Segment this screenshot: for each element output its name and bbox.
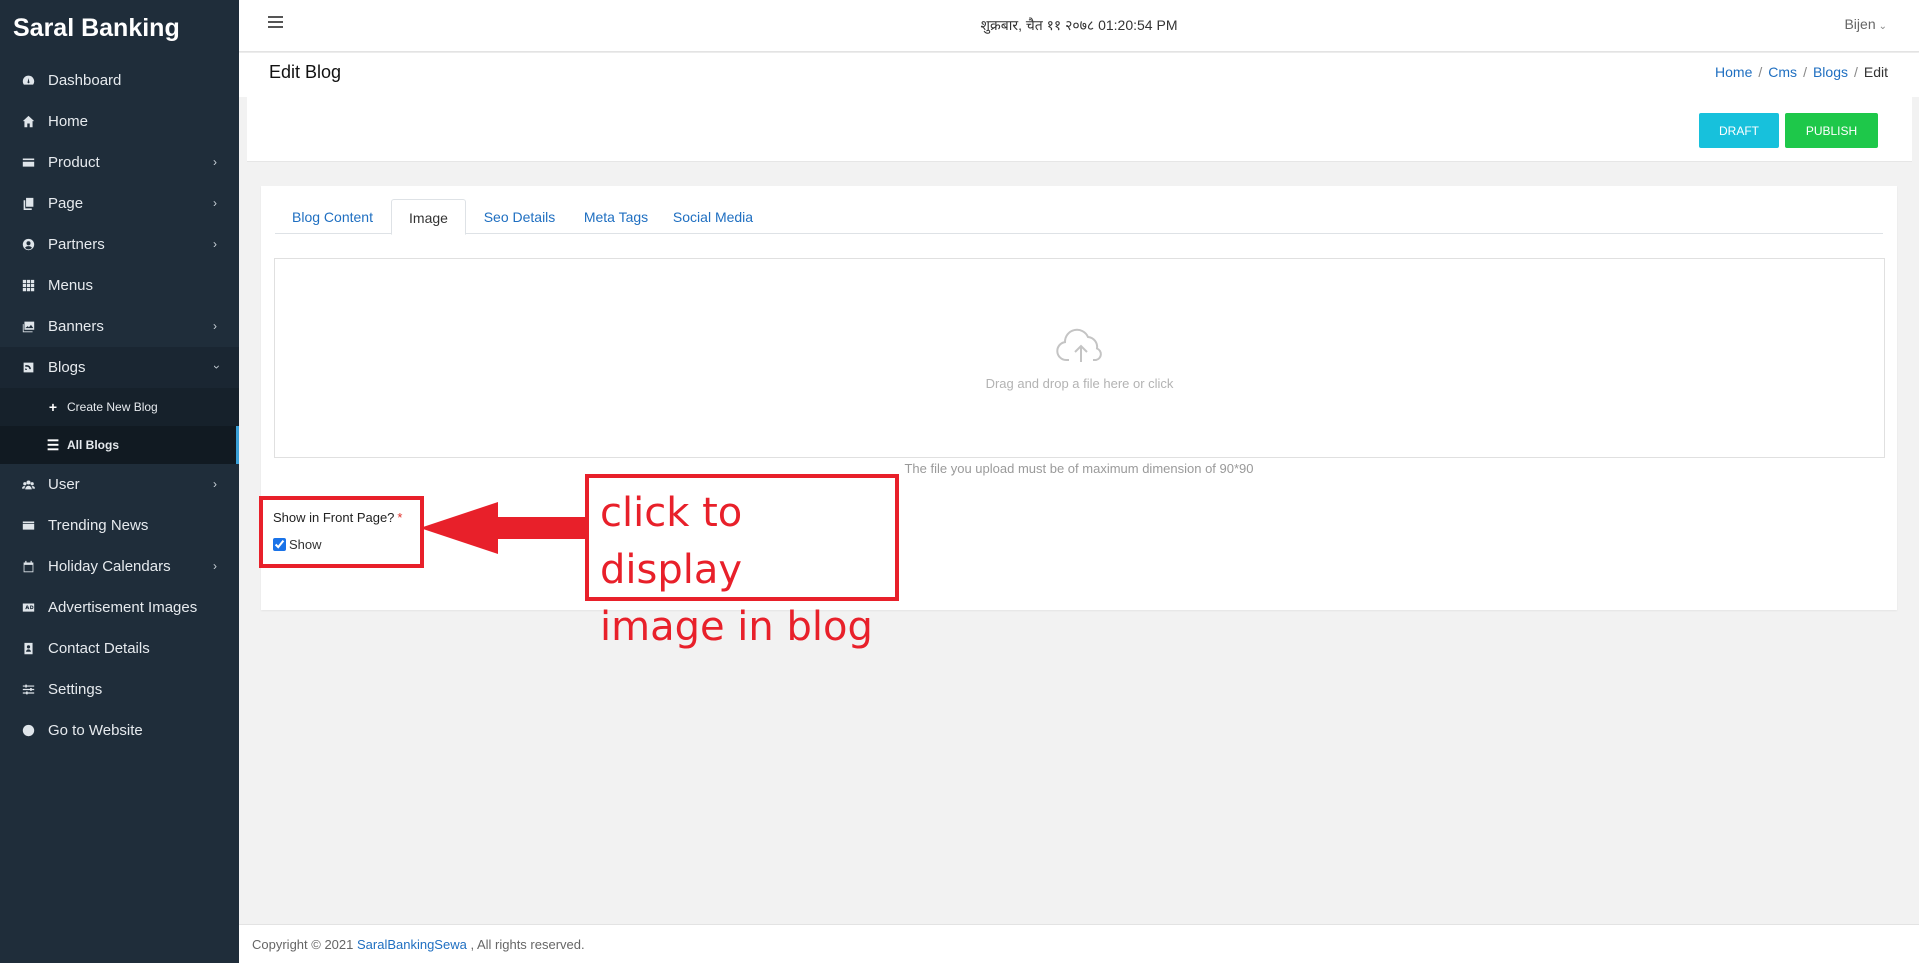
sidebar-item-go-to-website[interactable]: Go to Website [0, 710, 239, 751]
sidebar-subitem-label: Create New Blog [67, 400, 158, 414]
tab-seo-details[interactable]: Seo Details [467, 199, 572, 234]
breadcrumb-separator: / [1803, 64, 1807, 80]
calendar-icon [20, 559, 36, 575]
draft-button[interactable]: DRAFT [1699, 113, 1779, 148]
page-header: Edit Blog Home / Cms / Blogs / Edit [239, 53, 1919, 97]
sidebar-item-label: Partners [48, 236, 105, 253]
grid-icon [20, 278, 36, 294]
user-name: Bijen [1844, 16, 1876, 32]
image-dropzone[interactable]: Drag and drop a file here or click [274, 258, 1885, 458]
tab-bar: Blog Content Image Seo Details Meta Tags… [275, 199, 1883, 235]
topbar: शुक्रबार, चैत ११ २०७८ 01:20:54 PM Bijen ⌄ [239, 0, 1919, 52]
sidebar-item-label: Menus [48, 277, 94, 294]
address-book-icon [20, 641, 36, 657]
sidebar-item-label: Blogs [48, 359, 86, 376]
chevron-right-icon: › [213, 319, 217, 333]
sidebar-item-contact-details[interactable]: Contact Details [0, 628, 239, 669]
chevron-right-icon: › [213, 196, 217, 210]
globe-icon [20, 723, 36, 739]
sidebar-item-banners[interactable]: Banners › [0, 306, 239, 347]
current-datetime: शुक्रबार, चैत ११ २०७८ 01:20:54 PM [980, 17, 1178, 33]
annotation-line-2: image in blog [600, 604, 873, 650]
breadcrumb-home[interactable]: Home [1715, 64, 1752, 80]
sidebar-item-dashboard[interactable]: Dashboard [0, 60, 239, 101]
list-icon: ☰ [46, 436, 60, 453]
sidebar-item-label: Product [48, 154, 100, 171]
tab-image[interactable]: Image [391, 199, 466, 235]
tab-social-media[interactable]: Social Media [660, 199, 766, 234]
users-icon [20, 477, 36, 493]
action-bar: DRAFT PUBLISH [247, 97, 1912, 162]
breadcrumb-blogs[interactable]: Blogs [1813, 64, 1848, 80]
credit-card-icon [20, 155, 36, 171]
tab-meta-tags[interactable]: Meta Tags [573, 199, 659, 234]
sidebar-item-label: Advertisement Images [48, 599, 198, 616]
pages-icon [20, 196, 36, 212]
user-circle-icon [20, 237, 36, 253]
sidebar-item-blogs[interactable]: Blogs › [0, 347, 239, 388]
sidebar-item-label: Go to Website [48, 722, 143, 739]
breadcrumb-current: Edit [1863, 64, 1888, 80]
sidebar-item-user[interactable]: User › [0, 464, 239, 505]
sidebar-subitem-create-new-blog[interactable]: + Create New Blog [0, 388, 239, 426]
publish-button[interactable]: PUBLISH [1785, 113, 1878, 148]
footer-link[interactable]: SaralBankingSewa [357, 937, 467, 952]
plus-icon: + [48, 399, 58, 415]
sidebar-item-label: Banners [48, 318, 104, 335]
caret-down-icon: ⌄ [1878, 21, 1887, 32]
footer: Copyright © 2021 SaralBankingSewa , All … [239, 924, 1919, 963]
annotation-callout: click to display image in blog [585, 474, 899, 650]
breadcrumb: Home / Cms / Blogs / Edit [1715, 64, 1888, 80]
sidebar-item-advertisement-images[interactable]: Advertisement Images [0, 587, 239, 628]
sidebar-item-label: Contact Details [48, 640, 150, 657]
blogs-submenu: + Create New Blog ☰ All Blogs [0, 388, 239, 464]
sidebar-item-partners[interactable]: Partners › [0, 224, 239, 265]
sidebar-item-product[interactable]: Product › [0, 142, 239, 183]
sidebar-item-trending-news[interactable]: Trending News [0, 505, 239, 546]
annotation-line-1: click to display [600, 490, 743, 593]
page-title: Edit Blog [269, 62, 342, 82]
images-icon [20, 319, 36, 335]
upload-dimension-hint: The file you upload must be of maximum d… [904, 461, 1254, 476]
chevron-right-icon: › [213, 237, 217, 251]
ad-icon [20, 600, 36, 616]
sidebar-item-holiday-calendars[interactable]: Holiday Calendars › [0, 546, 239, 587]
chevron-right-icon: › [213, 559, 217, 573]
sidebar-item-page[interactable]: Page › [0, 183, 239, 224]
breadcrumb-cms[interactable]: Cms [1768, 64, 1797, 80]
annotation-highlight-box [259, 496, 424, 568]
sidebar-item-settings[interactable]: Settings [0, 669, 239, 710]
tab-blog-content[interactable]: Blog Content [275, 199, 390, 234]
sidebar-item-label: Holiday Calendars [48, 558, 171, 575]
user-menu[interactable]: Bijen ⌄ [1844, 16, 1887, 32]
sidebar-subitem-all-blogs[interactable]: ☰ All Blogs [0, 426, 239, 464]
brand-logo[interactable]: Saral Banking [0, 0, 239, 60]
chevron-down-icon: › [210, 365, 224, 369]
sidebar-item-label: User [48, 476, 80, 493]
cloud-upload-icon [1056, 328, 1102, 362]
sidebar-subitem-label: All Blogs [67, 438, 120, 452]
footer-rights: , All rights reserved. [466, 937, 585, 952]
sidebar-item-home[interactable]: Home [0, 101, 239, 142]
sidebar-item-label: Page [48, 195, 84, 212]
dropzone-text: Drag and drop a file here or click [985, 376, 1174, 391]
chevron-right-icon: › [213, 155, 217, 169]
blog-icon [20, 360, 36, 376]
dashboard-icon [20, 73, 36, 89]
home-icon [20, 114, 36, 130]
footer-copyright: Copyright © 2021 [252, 937, 357, 952]
breadcrumb-separator: / [1758, 64, 1763, 80]
sidebar-item-label: Settings [48, 681, 103, 698]
news-icon [20, 518, 36, 534]
sliders-icon [20, 682, 36, 698]
sidebar-item-menus[interactable]: Menus [0, 265, 239, 306]
chevron-right-icon: › [213, 477, 217, 491]
sidebar-item-label: Trending News [48, 517, 149, 534]
annotation-arrow-icon [420, 502, 588, 554]
breadcrumb-separator: / [1853, 64, 1858, 80]
sidebar-item-label: Dashboard [48, 72, 122, 89]
sidebar-item-label: Home [48, 113, 89, 130]
sidebar: Saral Banking Dashboard Home Product › P… [0, 0, 239, 963]
